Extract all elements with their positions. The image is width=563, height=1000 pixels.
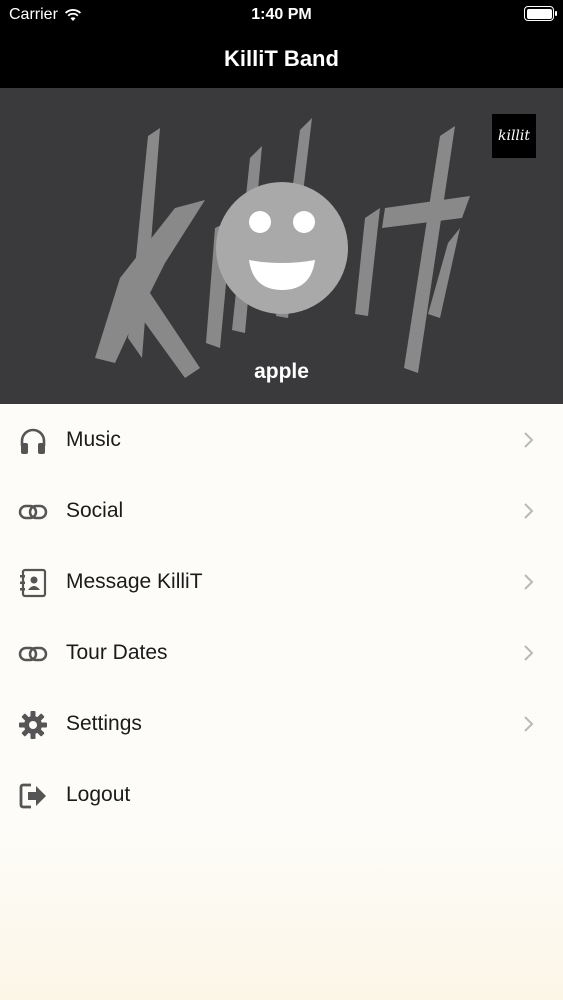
chevron-right-icon [524,645,534,661]
menu-label-tour-dates: Tour Dates [66,641,168,664]
nav-title: KilliT Band [224,46,339,71]
battery-icon [524,6,557,21]
side-menu: Music Social Message KilliT Tour Dates S… [0,404,563,830]
menu-label-music: Music [66,428,121,451]
menu-label-logout: Logout [66,783,131,806]
link-icon [18,504,48,520]
contacts-book-icon [20,568,47,598]
logout-icon [19,783,46,809]
menu-item-music[interactable]: Music [0,404,563,475]
headphones-icon [20,428,46,454]
menu-item-logout[interactable]: Logout [0,759,563,830]
chevron-right-icon [524,503,534,519]
menu-item-settings[interactable]: Settings [0,688,563,759]
status-time: 1:40 PM [251,6,312,23]
chevron-right-icon [524,574,534,590]
menu-item-tour-dates[interactable]: Tour Dates [0,617,563,688]
status-bar: Carrier 1:40 PM [0,0,563,30]
gear-icon [19,711,47,739]
chevron-right-icon [524,716,534,732]
menu-item-message-killit[interactable]: Message KilliT [0,546,563,617]
band-logo-badge: killit [492,114,536,158]
avatar[interactable] [216,182,348,314]
menu-background-fill [0,830,563,1000]
menu-label-message-killit: Message KilliT [66,570,203,593]
chevron-right-icon [524,432,534,448]
menu-label-social: Social [66,499,124,522]
menu-label-settings: Settings [66,712,142,735]
profile-header: killit apple [0,88,563,404]
username: apple [254,360,309,383]
menu-item-social[interactable]: Social [0,475,563,546]
link-icon [18,646,48,662]
navigation-bar: KilliT Band [0,30,563,88]
